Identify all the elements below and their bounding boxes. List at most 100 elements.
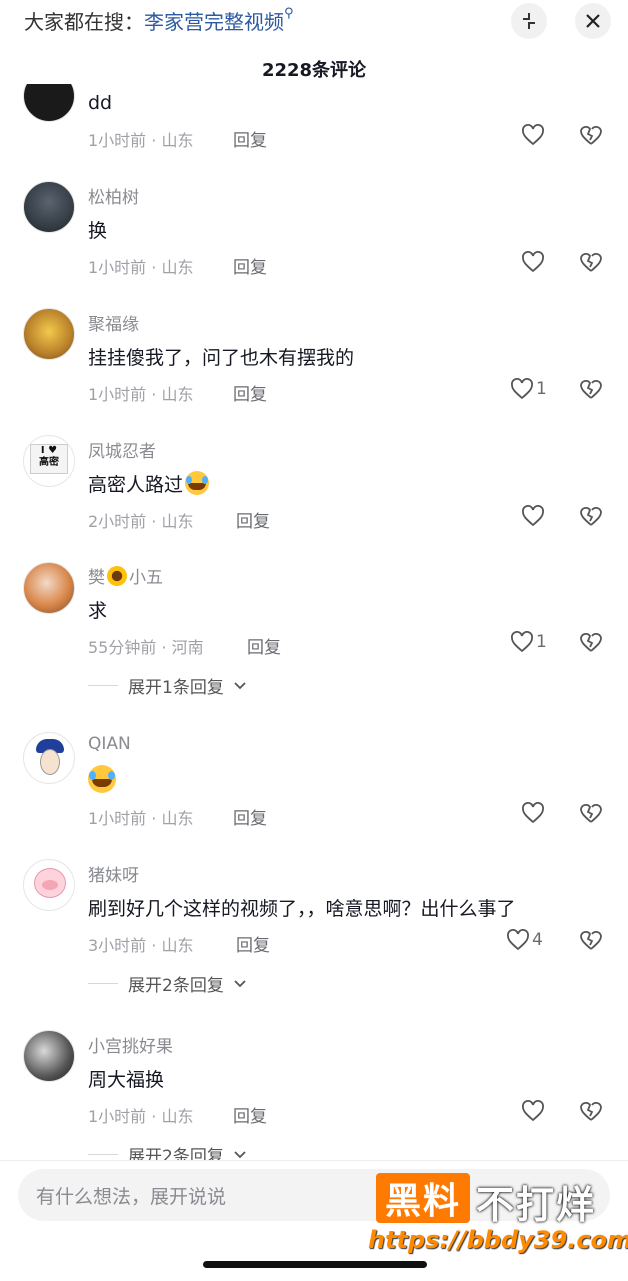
avatar[interactable] bbox=[23, 84, 75, 122]
comment-count-title: 2228条评论 bbox=[261, 60, 367, 81]
comment-username[interactable]: 凤城忍者 bbox=[88, 437, 156, 462]
avatar[interactable] bbox=[23, 562, 75, 614]
comment-username[interactable]: QIAN bbox=[88, 734, 131, 754]
dislike-button[interactable] bbox=[578, 631, 604, 657]
heart-outline-icon bbox=[522, 505, 544, 527]
comment-meta: 2小时前 · 山东 bbox=[88, 512, 194, 531]
chevron-down-icon bbox=[234, 979, 246, 987]
like-button[interactable] bbox=[521, 124, 545, 146]
broken-heart-icon bbox=[580, 126, 602, 145]
divider bbox=[88, 1154, 118, 1155]
like-button[interactable] bbox=[521, 505, 545, 527]
watermark-text: 不打烊 bbox=[476, 1183, 597, 1227]
heart-outline-icon bbox=[522, 1100, 544, 1122]
top-bar: 大家都在搜：李家营完整视频⚲ bbox=[0, 0, 628, 44]
comment-username[interactable]: 松柏树 bbox=[88, 183, 139, 208]
comment-meta: 1小时前 · 山东 bbox=[88, 1107, 194, 1126]
reply-button[interactable]: 回复 bbox=[247, 633, 281, 658]
trending-search-prefix: 大家都在搜： bbox=[24, 10, 144, 34]
like-button[interactable]: 1 bbox=[510, 378, 547, 400]
comment-text: 周大福换 bbox=[88, 1069, 165, 1091]
chevron-down-icon bbox=[234, 1150, 246, 1158]
dislike-button[interactable] bbox=[578, 251, 604, 277]
home-indicator[interactable] bbox=[203, 1261, 427, 1268]
trending-search[interactable]: 大家都在搜：李家营完整视频⚲ bbox=[24, 6, 294, 35]
comment-username[interactable]: 樊 小五 bbox=[88, 563, 163, 588]
dislike-button[interactable] bbox=[578, 1100, 604, 1126]
reply-button[interactable]: 回复 bbox=[236, 931, 270, 956]
reply-button[interactable]: 回复 bbox=[233, 1102, 267, 1127]
avatar[interactable] bbox=[23, 859, 75, 911]
crying-laughing-emoji-icon bbox=[185, 471, 210, 495]
expand-replies-label: 展开2条回复 bbox=[128, 1147, 224, 1160]
comment-text: 求 bbox=[88, 600, 108, 622]
like-button[interactable] bbox=[521, 1100, 545, 1122]
comment-username[interactable]: 猪妹呀 bbox=[88, 861, 139, 886]
avatar-caption: I ♥ bbox=[40, 445, 58, 456]
expand-replies-button[interactable]: 展开2条回复 bbox=[88, 1142, 246, 1160]
comment-text: 换 bbox=[88, 220, 108, 242]
like-button[interactable] bbox=[521, 802, 545, 824]
broken-heart-icon bbox=[580, 380, 602, 399]
comment-text-content: 高密人路过 bbox=[88, 474, 184, 496]
comment-meta: 1小时前 · 山东 bbox=[88, 131, 194, 150]
comment-text bbox=[88, 765, 116, 798]
reply-button[interactable]: 回复 bbox=[233, 253, 267, 278]
collapse-icon bbox=[523, 13, 535, 29]
chevron-down-icon bbox=[234, 681, 246, 689]
close-button[interactable] bbox=[575, 3, 611, 39]
heart-outline-icon bbox=[511, 631, 533, 653]
reply-button[interactable]: 回复 bbox=[233, 804, 267, 829]
broken-heart-icon bbox=[580, 931, 602, 950]
reply-button[interactable]: 回复 bbox=[233, 126, 267, 151]
avatar[interactable] bbox=[23, 1030, 75, 1082]
expand-replies-label: 展开2条回复 bbox=[128, 976, 224, 996]
like-button[interactable] bbox=[521, 251, 545, 273]
collapse-button[interactable] bbox=[511, 3, 547, 39]
comment-meta: 3小时前 · 山东 bbox=[88, 936, 194, 955]
dislike-button[interactable] bbox=[578, 505, 604, 531]
comment-text: 挂挂傻我了，问了也木有摆我的 bbox=[88, 347, 355, 369]
avatar-caption: 高密 bbox=[39, 457, 59, 468]
comment-meta: 1小时前 · 山东 bbox=[88, 258, 194, 277]
comment-list[interactable]: dd 1小时前 · 山东 回复 松柏树 换 1小时前 · 山东 回复 聚福缘 挂… bbox=[0, 84, 628, 1160]
like-button[interactable]: 4 bbox=[506, 929, 543, 951]
trending-search-keyword[interactable]: 李家营完整视频 bbox=[144, 10, 284, 34]
comment-username-part: 小五 bbox=[129, 568, 163, 588]
comment-text: 刷到好几个这样的视频了，，啥意思啊？出什么事了 bbox=[88, 898, 516, 920]
dislike-button[interactable] bbox=[578, 124, 604, 150]
comment-meta: 1小时前 · 山东 bbox=[88, 809, 194, 828]
expand-replies-button[interactable]: 展开1条回复 bbox=[88, 673, 246, 698]
like-count: 1 bbox=[536, 379, 547, 399]
dislike-button[interactable] bbox=[578, 802, 604, 828]
search-icon: ⚲ bbox=[284, 6, 294, 21]
watermark-logo: 黑料 bbox=[376, 1173, 470, 1223]
comment-username[interactable]: 小宫挑好果 bbox=[88, 1032, 173, 1057]
heart-outline-icon bbox=[507, 929, 529, 951]
like-button[interactable]: 1 bbox=[510, 631, 547, 653]
comment-username[interactable]: 聚福缘 bbox=[88, 310, 139, 335]
expand-replies-label: 展开1条回复 bbox=[128, 678, 224, 698]
comment-meta: 1小时前 · 山东 bbox=[88, 385, 194, 404]
dislike-button[interactable] bbox=[578, 929, 604, 955]
reply-button[interactable]: 回复 bbox=[236, 507, 270, 532]
dislike-button[interactable] bbox=[578, 378, 604, 404]
like-count: 1 bbox=[536, 632, 547, 652]
reply-button[interactable]: 回复 bbox=[233, 380, 267, 405]
avatar[interactable] bbox=[23, 308, 75, 360]
divider bbox=[88, 983, 118, 984]
avatar[interactable]: I ♥ 高密 bbox=[23, 435, 75, 487]
avatar[interactable] bbox=[23, 181, 75, 233]
comment-input-placeholder: 有什么想法，展开说说 bbox=[36, 1185, 227, 1208]
divider bbox=[88, 685, 118, 686]
broken-heart-icon bbox=[580, 804, 602, 823]
heart-outline-icon bbox=[522, 802, 544, 824]
like-count: 4 bbox=[532, 930, 543, 950]
comment-text: dd bbox=[88, 92, 113, 114]
expand-replies-button[interactable]: 展开2条回复 bbox=[88, 971, 246, 996]
broken-heart-icon bbox=[580, 633, 602, 652]
avatar[interactable] bbox=[23, 732, 75, 784]
broken-heart-icon bbox=[580, 253, 602, 272]
heart-outline-icon bbox=[511, 378, 533, 400]
crying-laughing-emoji-icon bbox=[88, 765, 116, 793]
